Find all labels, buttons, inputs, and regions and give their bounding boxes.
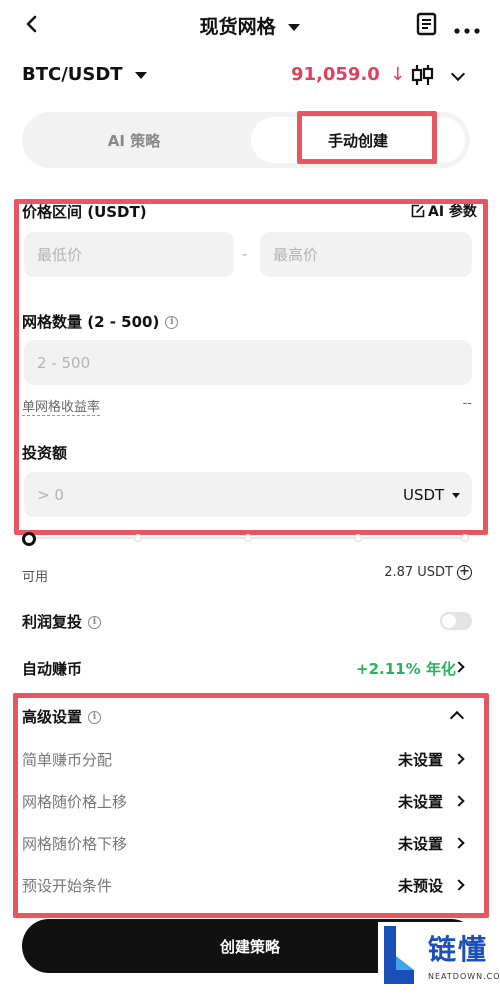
profit-reinvest-label: 利润复投 xyxy=(22,613,83,631)
slider-thumb[interactable] xyxy=(22,532,36,546)
watermark-brand: 链懂 xyxy=(428,933,489,966)
tab-manual-create[interactable]: 手动创建 xyxy=(251,117,465,163)
info-icon[interactable]: i xyxy=(165,316,179,329)
advanced-item-label: 预设开始条件 xyxy=(22,877,113,895)
grid-count-placeholder: 2 - 500 xyxy=(37,353,91,372)
slider-step xyxy=(354,534,362,542)
grid-count-input[interactable]: 2 - 500 xyxy=(24,340,472,385)
watermark-site: NEATDOWN.COM xyxy=(428,972,500,981)
min-price-placeholder: 最低价 xyxy=(37,246,83,264)
price-display: 91,059.0 ↓ xyxy=(291,64,405,85)
grid-count-label: 网格数量 (2 - 500) xyxy=(22,313,160,331)
tab-ai-strategy-label: AI 策略 xyxy=(107,131,161,150)
min-price-input[interactable]: 最低价 xyxy=(24,232,234,277)
info-icon[interactable]: i xyxy=(88,616,102,629)
advanced-item-label: 简单赚币分配 xyxy=(22,751,113,769)
document-icon[interactable] xyxy=(416,12,438,36)
caret-down-icon xyxy=(134,71,147,79)
currency-selector[interactable]: USDT xyxy=(403,486,460,504)
watermark: 链懂 NEATDOWN.COM xyxy=(378,922,500,992)
ai-params-button[interactable]: AI 参数 xyxy=(411,201,477,221)
max-price-input[interactable]: 最高价 xyxy=(260,232,472,277)
chevron-right-icon[interactable] xyxy=(453,837,465,849)
available-label: 可用 xyxy=(22,570,49,585)
available-value: 2.87 USDT xyxy=(384,565,453,580)
investment-placeholder: > 0 xyxy=(37,485,64,504)
advanced-settings-row[interactable]: 高级设置 i xyxy=(22,706,102,727)
caret-down-icon xyxy=(288,24,301,31)
toggle-knob xyxy=(442,614,456,628)
candlestick-icon[interactable] xyxy=(409,63,435,87)
range-separator: - xyxy=(242,245,248,263)
tab-ai-strategy[interactable]: AI 策略 xyxy=(22,112,246,168)
advanced-item-value[interactable]: 未设置 xyxy=(398,749,443,770)
last-price: 91,059.0 xyxy=(291,64,380,85)
chevron-down-icon[interactable] xyxy=(450,66,466,82)
price-down-arrow: ↓ xyxy=(390,64,406,85)
advanced-item-value[interactable]: 未预设 xyxy=(398,875,443,896)
edit-icon xyxy=(411,204,425,218)
chevron-right-icon[interactable] xyxy=(453,795,465,807)
max-price-placeholder: 最高价 xyxy=(273,246,319,264)
currency-label: USDT xyxy=(403,486,445,504)
info-icon[interactable]: i xyxy=(88,711,102,724)
grid-yield-label[interactable]: 单网格收益率 xyxy=(22,396,101,416)
more-icon[interactable] xyxy=(453,20,481,34)
watermark-logo xyxy=(384,926,414,984)
pair-selector[interactable]: BTC/USDT xyxy=(22,64,147,85)
auto-earn-label: 自动赚币 xyxy=(22,660,83,678)
available-row: 2.87 USDT + xyxy=(384,565,472,580)
add-funds-icon[interactable]: + xyxy=(457,565,472,580)
advanced-item-value[interactable]: 未设置 xyxy=(398,833,443,854)
create-strategy-label: 创建策略 xyxy=(219,937,280,956)
slider-step xyxy=(244,534,252,542)
advanced-item-value[interactable]: 未设置 xyxy=(398,791,443,812)
strategy-tabs: AI 策略 手动创建 xyxy=(22,112,470,168)
grid-yield-value: -- xyxy=(462,396,472,411)
slider-step xyxy=(461,534,469,542)
profit-reinvest-row: 利润复投 i xyxy=(22,611,102,632)
ai-params-label: AI 参数 xyxy=(428,204,477,220)
price-range-label: 价格区间 (USDT) xyxy=(22,203,147,221)
grid-count-label-row: 网格数量 (2 - 500) i xyxy=(22,311,179,332)
auto-earn-value[interactable]: +2.11% 年化 xyxy=(356,658,456,679)
advanced-item-label: 网格随价格下移 xyxy=(22,835,128,853)
page-title: 现货网格 xyxy=(199,16,276,38)
investment-label: 投资额 xyxy=(22,444,68,462)
slider-step xyxy=(134,534,142,542)
tab-manual-create-label: 手动创建 xyxy=(327,131,388,150)
profit-reinvest-toggle[interactable] xyxy=(440,612,472,630)
chevron-up-icon[interactable] xyxy=(449,710,465,726)
chevron-right-icon[interactable] xyxy=(453,753,465,765)
caret-down-icon xyxy=(452,493,460,498)
advanced-item-label: 网格随价格上移 xyxy=(22,793,128,811)
advanced-settings-label: 高级设置 xyxy=(22,708,83,726)
investment-slider[interactable] xyxy=(22,530,470,546)
chevron-right-icon[interactable] xyxy=(453,879,465,891)
pair-symbol: BTC/USDT xyxy=(22,64,123,85)
